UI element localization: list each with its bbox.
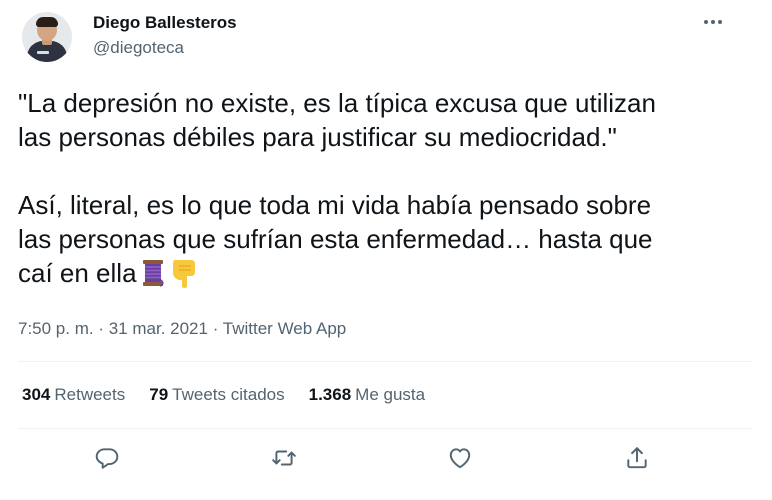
quotes-label: Tweets citados [172, 385, 285, 404]
tweet-actions [0, 444, 772, 476]
more-dot [704, 20, 708, 24]
avatar-shirt-logo [37, 51, 49, 54]
more-dot [718, 20, 722, 24]
author-name[interactable]: Diego Ballesteros [93, 13, 237, 33]
retweet-icon [271, 445, 297, 476]
avatar-hair [36, 17, 58, 27]
tweet-line: "La depresión no existe, es la típica ex… [18, 88, 656, 118]
tweet-source[interactable]: Twitter Web App [223, 319, 346, 338]
likes-label: Me gusta [355, 385, 426, 404]
retweets-count: 304 [22, 385, 51, 404]
tweet-card: Diego Ballesteros @diegoteca "La depresi… [0, 0, 772, 500]
author-handle[interactable]: @diegoteca [93, 38, 184, 58]
backhand-index-pointing-down-emoji [169, 256, 199, 296]
tweet-line: las personas que sufrían esta enfermedad… [18, 224, 653, 254]
retweets-label: Retweets [54, 385, 126, 404]
divider [18, 428, 752, 429]
tweet-text: "La depresión no existe, es la típica ex… [18, 86, 758, 296]
tweet-line-text: caí en ella [18, 258, 137, 288]
like-icon [447, 445, 473, 476]
like-button[interactable] [444, 444, 476, 476]
tweet-date[interactable]: 31 mar. 2021 [109, 319, 208, 338]
likes-stat[interactable]: 1.368 Me gusta [309, 384, 425, 406]
spool-of-thread-emoji [140, 258, 166, 296]
retweet-button[interactable] [268, 444, 300, 476]
more-dot [711, 20, 715, 24]
tweet-time[interactable]: 7:50 p. m. [18, 319, 94, 338]
share-button[interactable] [621, 444, 653, 476]
tweet-meta: 7:50 p. m. · 31 mar. 2021 · Twitter Web … [18, 318, 346, 340]
meta-separator: · [93, 319, 109, 338]
tweet-line: las personas débiles para justificar su … [18, 122, 617, 152]
quotes-count: 79 [149, 385, 169, 404]
tweet-line: Así, literal, es lo que toda mi vida hab… [18, 190, 652, 220]
reply-button[interactable] [91, 444, 123, 476]
reply-icon [94, 445, 120, 476]
retweets-stat[interactable]: 304 Retweets [22, 384, 125, 406]
tweet-line-last: caí en ella [18, 256, 758, 296]
likes-count: 1.368 [308, 385, 352, 404]
share-icon [624, 445, 650, 476]
quotes-stat[interactable]: 79 Tweets citados [149, 384, 284, 406]
meta-separator: · [207, 319, 223, 338]
avatar[interactable] [22, 12, 72, 62]
divider [18, 361, 752, 362]
tweet-stats: 304 Retweets 79 Tweets citados 1.368 Me gus… [22, 384, 449, 406]
more-options-icon[interactable] [696, 10, 730, 34]
